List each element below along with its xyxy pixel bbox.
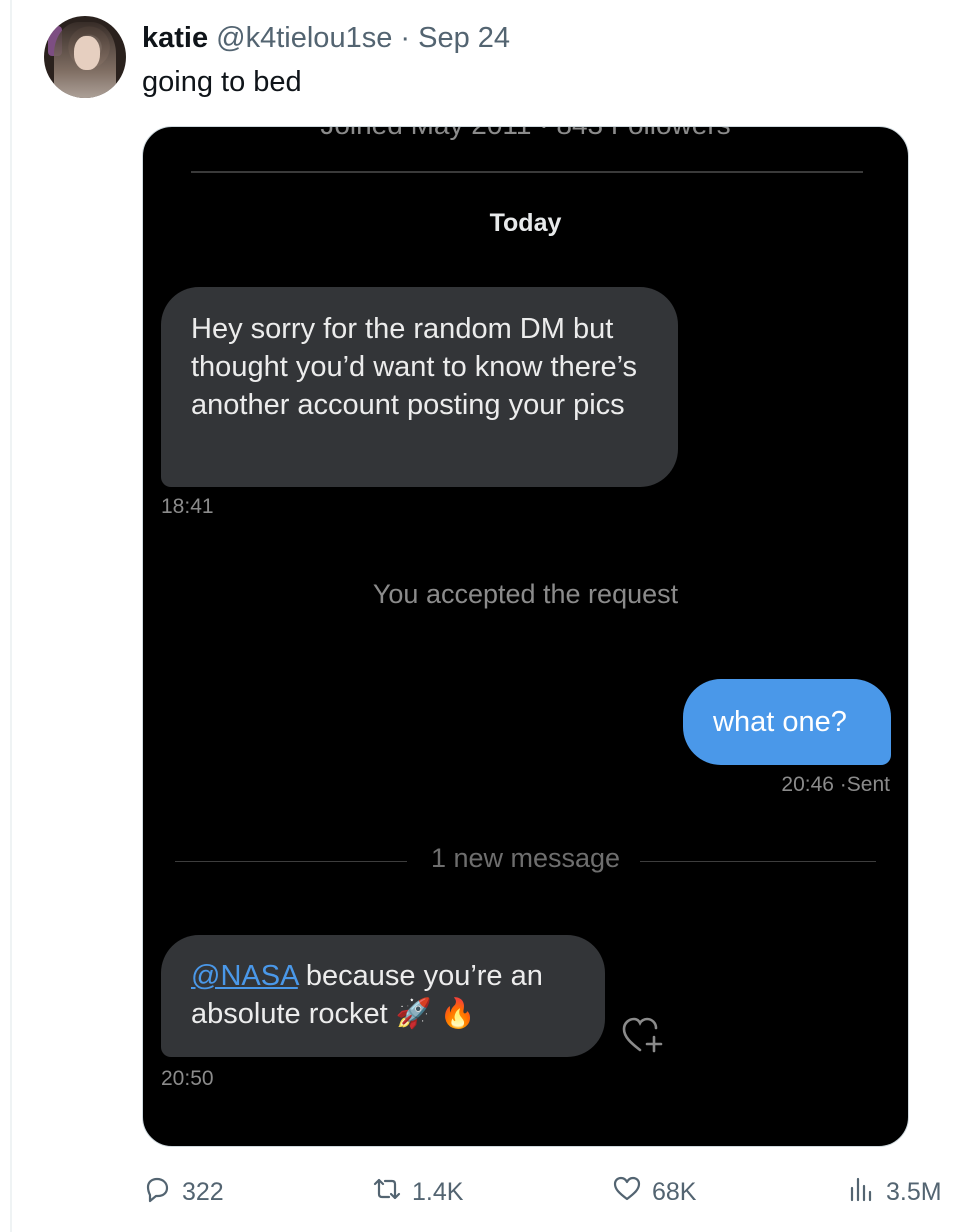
tweet-text: going to bed [142, 66, 302, 98]
new-message-divider: 1 new message [175, 843, 876, 879]
repost-icon [372, 1174, 402, 1211]
message-time: 18:41 [161, 495, 214, 518]
message-bubble-outgoing[interactable]: what one? [683, 679, 891, 765]
separator-dot: · [400, 22, 411, 54]
mention-link[interactable]: @NASA [191, 960, 298, 992]
tweet-header: katie @k4tielou1se · Sep 24 [142, 20, 510, 56]
message-time: 20:46 [781, 773, 834, 796]
avatar[interactable] [44, 16, 126, 98]
author-name[interactable]: katie [142, 22, 208, 54]
divider-line [640, 861, 876, 862]
heart-icon [612, 1174, 642, 1211]
analytics-icon [846, 1174, 876, 1211]
date-divider: Today [489, 209, 562, 237]
message-time-status: 20:46 ·Sent [781, 773, 890, 797]
attached-screenshot[interactable]: Joined May 2011 · 843 Followers Today He… [142, 126, 909, 1147]
repost-count: 1.4K [412, 1178, 464, 1206]
add-reaction-icon[interactable] [621, 1015, 665, 1055]
new-message-label: 1 new message [430, 843, 621, 873]
system-message: You accepted the request [372, 579, 679, 609]
profile-joined-text: Joined May 2011 · 843 Followers [143, 127, 908, 141]
reply-icon [142, 1174, 172, 1211]
tweet-date[interactable]: Sep 24 [418, 22, 510, 54]
tweet-actions: 322 1.4K 68K 3.5M [0, 1168, 976, 1218]
divider-line [191, 171, 863, 173]
author-handle[interactable]: @k4tielou1se [216, 22, 392, 54]
avatar-face [74, 36, 100, 70]
views-button[interactable]: 3.5M [846, 1174, 942, 1211]
reply-count: 322 [182, 1178, 224, 1206]
views-count: 3.5M [886, 1178, 942, 1206]
like-button[interactable]: 68K [612, 1174, 696, 1211]
message-status: ·Sent [839, 773, 890, 796]
repost-button[interactable]: 1.4K [372, 1174, 463, 1211]
message-time: 20:50 [161, 1067, 214, 1090]
message-bubble-incoming[interactable]: @NASA because you’re an absolute rocket … [161, 935, 605, 1057]
like-count: 68K [652, 1178, 697, 1206]
reply-button[interactable]: 322 [142, 1174, 224, 1211]
thread-line [10, 0, 12, 1232]
message-bubble-incoming[interactable]: Hey sorry for the random DM but thought … [161, 287, 678, 487]
